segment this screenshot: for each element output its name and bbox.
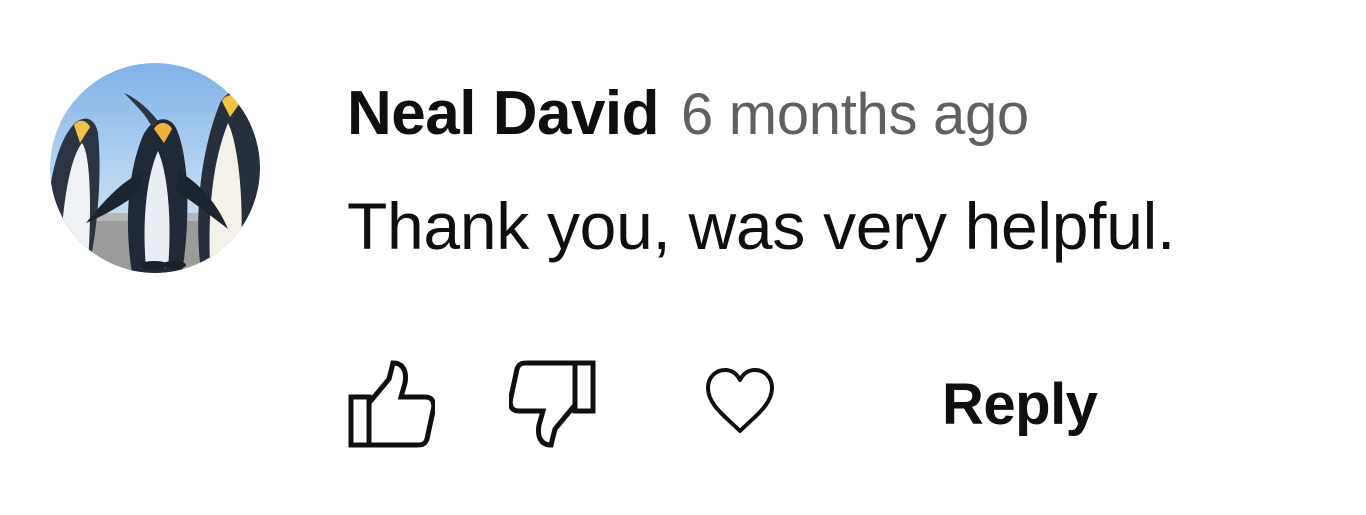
heart-button[interactable] <box>694 356 786 446</box>
dislike-button[interactable] <box>500 350 614 458</box>
comment-thread-item: Neal David 6 months ago Thank you, was v… <box>0 0 1366 515</box>
heart-icon <box>706 368 774 433</box>
author-name[interactable]: Neal David <box>347 78 660 149</box>
reply-button[interactable]: Reply <box>928 360 1111 448</box>
comment-header: Neal David 6 months ago <box>347 78 1029 148</box>
thumbs-down-icon <box>509 360 596 448</box>
thumbs-up-icon <box>348 360 435 448</box>
comment-text: Thank you, was very helpful. <box>347 189 1176 263</box>
like-button[interactable] <box>330 350 444 458</box>
comment-timestamp[interactable]: 6 months ago <box>681 81 1029 148</box>
avatar[interactable] <box>50 63 260 273</box>
